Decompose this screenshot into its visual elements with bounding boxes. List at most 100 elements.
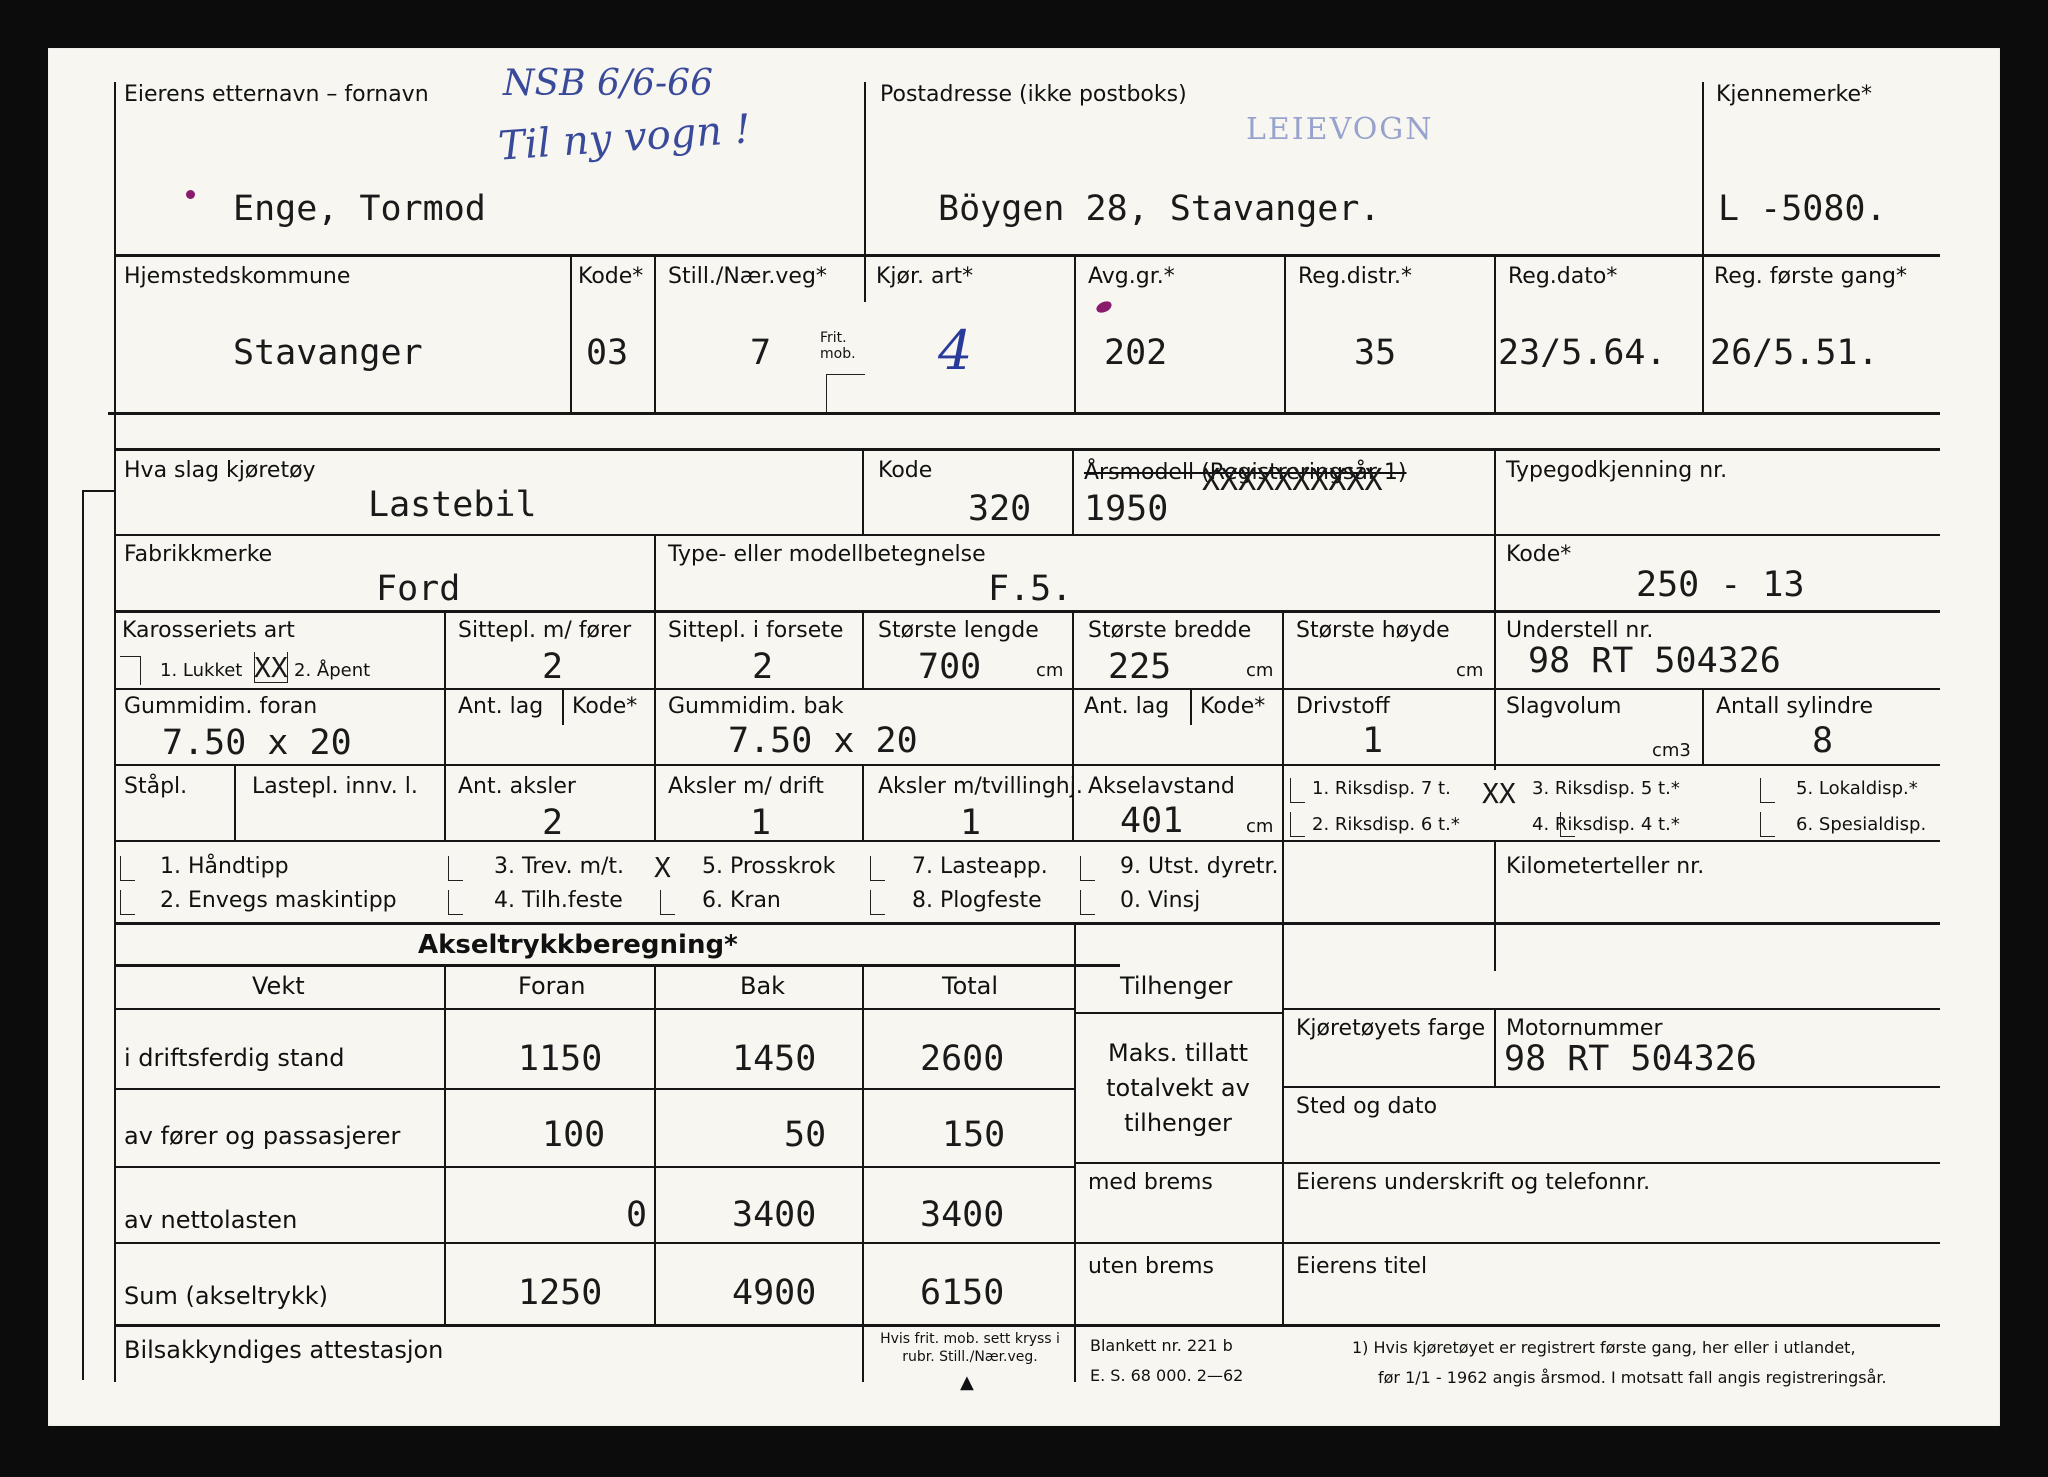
municipality-value: Stavanger <box>233 333 423 373</box>
eq1-checkbox[interactable] <box>120 856 135 881</box>
without-brakes: uten brems <box>1088 1254 1214 1279</box>
rule <box>114 964 1120 967</box>
divider <box>862 612 864 688</box>
divider <box>862 966 864 1382</box>
model-label: Type- eller modellbetegnelse <box>668 542 986 567</box>
eq4-checkbox[interactable] <box>448 890 463 915</box>
disp5-checkbox[interactable] <box>1760 778 1775 803</box>
body-checkbox[interactable] <box>254 652 288 683</box>
length-unit: cm <box>1036 660 1064 681</box>
year-value: 1950 <box>1084 489 1169 529</box>
divider <box>562 689 564 725</box>
frit-mob-box[interactable] <box>826 374 865 413</box>
eq8-checkbox[interactable] <box>870 890 885 915</box>
body-opt1: 1. Lukket <box>160 660 243 681</box>
divider <box>1702 256 1704 412</box>
eq0: 0. Vinsj <box>1120 888 1201 913</box>
divider <box>864 82 866 302</box>
ply-label: Ant. lag <box>458 694 544 719</box>
disp5: 5. Lokaldisp.* <box>1796 778 1918 799</box>
divider <box>1494 1008 1496 1086</box>
engine-value: 98 RT 504326 <box>1504 1039 1757 1079</box>
eq7-checkbox[interactable] <box>870 856 885 881</box>
tyre-front-label: Gummidim. foran <box>124 694 318 719</box>
kode-value: 320 <box>968 489 1032 529</box>
kode2-value: 250 - 13 <box>1636 565 1805 605</box>
disp2-checkbox[interactable] <box>1290 812 1305 837</box>
seats-front-value: 2 <box>752 647 774 687</box>
foran-value: 1250 <box>518 1273 603 1313</box>
color-label: Kjøretøyets farge <box>1296 1016 1486 1041</box>
place-date-label: Sted og dato <box>1296 1094 1438 1119</box>
rule <box>114 610 1940 613</box>
avg-gr-label: Avg.gr.* <box>1088 264 1175 289</box>
kode3-label: Kode* <box>572 694 638 719</box>
kjor-art-value: 4 <box>938 319 973 382</box>
frit-mob-label: Frit. mob. <box>820 330 856 363</box>
address-value: Böygen 28, Stavanger. <box>938 189 1381 229</box>
eq9-checkbox[interactable] <box>1080 856 1095 881</box>
footnote-line1: 1) Hvis kjøretøyet er registrert første … <box>1352 1338 1856 1357</box>
eq2-checkbox[interactable] <box>120 890 135 915</box>
odometer-label: Kilometerteller nr. <box>1506 854 1705 879</box>
eq3-checkbox[interactable] <box>448 856 463 881</box>
title-label: Eierens titel <box>1296 1254 1428 1279</box>
eq5: 5. Prosskrok <box>702 854 836 879</box>
divider <box>654 689 656 765</box>
width-value: 225 <box>1108 647 1172 687</box>
divider <box>1072 689 1074 765</box>
rule <box>114 534 1940 536</box>
bak-value: 50 <box>784 1115 827 1155</box>
row-label: av nettolasten <box>124 1206 298 1234</box>
cylinders-label: Antall sylindre <box>1716 694 1874 719</box>
handwritten-annotation: Til ny vogn ! <box>496 106 753 170</box>
row-label: i driftsferdig stand <box>124 1044 345 1072</box>
trailer-title: Tilhenger <box>1120 972 1233 1000</box>
frit-note: Hvis frit. mob. sett kryss i rubr. Still… <box>880 1331 1060 1366</box>
margin-line <box>82 490 84 1380</box>
rule <box>1076 1242 1940 1244</box>
wheelbase-value: 401 <box>1120 801 1184 841</box>
disp3: 3. Riksdisp. 5 t.* <box>1532 778 1680 799</box>
disp1-checkbox[interactable] <box>1290 778 1305 803</box>
owner-value: Enge, Tormod <box>233 189 486 229</box>
bak-value: 3400 <box>732 1195 817 1235</box>
disp6-checkbox[interactable] <box>1760 812 1775 837</box>
divider <box>1282 612 1284 688</box>
foran-value: 100 <box>542 1115 606 1155</box>
divider <box>1074 256 1076 412</box>
rule <box>114 688 1940 690</box>
handwritten-annotation: NSB 6/6-66 <box>503 63 713 104</box>
divider <box>862 450 864 534</box>
rule <box>114 1088 1074 1090</box>
twin-axles-label: Aksler m/tvillinghj. <box>878 774 1083 799</box>
divider <box>1072 450 1074 534</box>
divider <box>1282 765 1284 841</box>
seats-driver-label: Sittepl. m/ fører <box>458 618 632 643</box>
divider <box>654 966 656 1324</box>
foran-value: 0 <box>626 1195 648 1235</box>
municipality-label: Hjemstedskommune <box>124 264 351 289</box>
body-checkbox[interactable] <box>120 656 141 685</box>
kode-value: 03 <box>586 333 629 373</box>
divider <box>654 535 656 611</box>
length-label: Største lengde <box>878 618 1039 643</box>
trailer-max-weight: Maks. tillatt totalvekt av tilhenger <box>1106 1039 1250 1137</box>
divider <box>1074 924 1076 1382</box>
standing-label: Ståpl. <box>124 774 188 799</box>
divider <box>1702 689 1704 765</box>
divider <box>444 689 446 765</box>
divider <box>862 765 864 841</box>
engine-label: Motornummer <box>1506 1016 1663 1041</box>
eq6-checkbox[interactable] <box>660 890 675 915</box>
ply-rear-label: Ant. lag <box>1084 694 1170 719</box>
axle-calc-title: Akseltrykkberegning* <box>418 930 738 960</box>
stilling-value: 7 <box>750 333 772 373</box>
eq4: 4. Tilh.feste <box>494 888 623 913</box>
kode-rear-label: Kode* <box>1200 694 1266 719</box>
vehicle-type-value: Lastebil <box>368 485 537 525</box>
eq0-checkbox[interactable] <box>1080 890 1095 915</box>
reg-distr-label: Reg.distr.* <box>1298 264 1412 289</box>
rule <box>114 448 1940 451</box>
foran-value: 1150 <box>518 1039 603 1079</box>
